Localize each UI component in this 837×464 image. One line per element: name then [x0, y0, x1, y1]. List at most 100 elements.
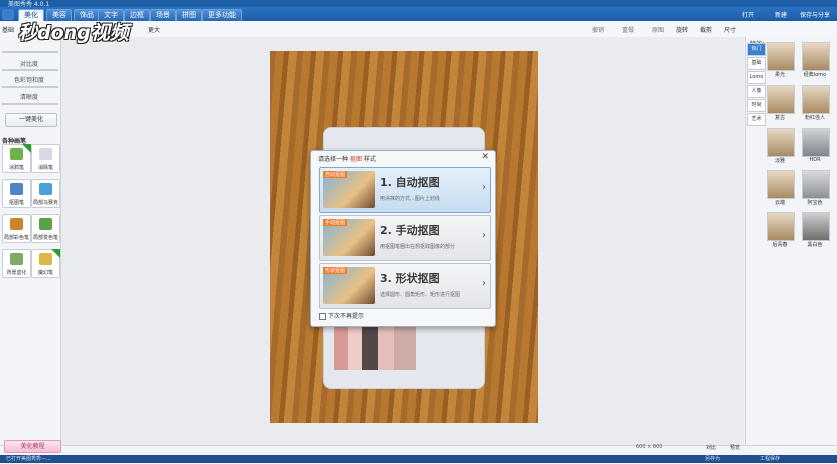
save-share-button[interactable]: 保存与分享 [800, 10, 830, 19]
blur-bg-icon [10, 253, 23, 265]
effect-thumb[interactable] [802, 212, 830, 241]
redo-button[interactable]: 重做 [622, 25, 634, 34]
effect-tab-portrait[interactable]: 人像 [747, 85, 766, 98]
new-badge [22, 144, 31, 153]
effect-thumb[interactable] [802, 128, 830, 157]
dialog-title: 请选择一种 抠图 样式 [318, 154, 376, 163]
option-title: 3. 形状抠图 [380, 272, 440, 285]
save-as-button[interactable]: 另存为 [705, 455, 720, 462]
close-icon[interactable]: ✕ [481, 152, 489, 162]
cutout-style-dialog: 请选择一种 抠图 样式 ✕ 自动抠图 1. 自动抠图 用涂抹的方式...图片上划… [310, 150, 496, 327]
tool-cutout[interactable]: 抠图笔 [2, 179, 31, 208]
dont-show-again[interactable]: 下次不再提示 [319, 311, 364, 320]
tool-label: 消除笔 [37, 165, 53, 171]
tutorial-label: 美化教程 [20, 443, 45, 450]
tool-recolor-pen[interactable]: 局部变色笔 [31, 214, 60, 243]
effect-label: 阿宝色 [807, 200, 823, 206]
cutout-pen-icon [10, 183, 23, 195]
project-save-button[interactable]: 工程保存 [760, 455, 780, 462]
dialog-title-post: 样式 [363, 156, 376, 163]
video-watermark-logo: 秒dong视频 [18, 22, 129, 44]
auto-beautify-button[interactable]: 一键美化 [5, 113, 57, 127]
effect-label: 粉红佳人 [804, 115, 825, 121]
auto-beautify-label: 一键美化 [18, 116, 43, 123]
tool-doodle[interactable]: 涂鸦笔 [2, 144, 31, 173]
contrast-label: 对比度 [19, 61, 38, 68]
left-panel: 对比度 色彩饱和度 清晰度 一键美化 各种画笔 涂鸦笔 消除笔 抠图笔 局部马赛… [0, 37, 61, 445]
recolor-pen-icon [39, 218, 52, 230]
tool-eraser[interactable]: 消除笔 [31, 144, 60, 173]
saturation-label: 色彩饱和度 [13, 77, 44, 84]
mosaic-icon [39, 183, 52, 195]
undo-button[interactable]: 撤销 [592, 25, 604, 34]
sharpen-slider[interactable] [2, 103, 58, 105]
dialog-title-pre: 请选择一种 [318, 156, 349, 163]
option-desc: 选择圆形、圆角矩形、矩形进行抠图 [380, 292, 461, 298]
right-effects-panel: 特效： 热门 基础 Lomo 人像 时尚 艺术 柔光 经典lomo 复古 粉红佳… [745, 37, 837, 445]
chevron-right-icon: › [482, 230, 486, 241]
tool-label: 涂鸦笔 [8, 165, 24, 171]
slider-track[interactable] [2, 51, 58, 53]
restore-button[interactable]: 原图 [652, 25, 664, 34]
tool-label: 魔幻笔 [37, 270, 53, 276]
new-button[interactable]: 新建 [775, 10, 787, 19]
tutorial-button[interactable]: 美化教程 [4, 440, 61, 453]
effect-thumb[interactable] [767, 170, 795, 199]
title-bar: 美图秀秀 4.0.1 [0, 0, 837, 8]
option-manual-cutout[interactable]: 手动抠图 2. 手动抠图 用抠图笔圈出在想抠取图像的部分 › [319, 215, 491, 261]
open-button[interactable]: 打开 [742, 10, 754, 19]
tool-blur-bg[interactable]: 背景虚化 [2, 249, 31, 278]
crop-button[interactable]: 裁剪 [700, 25, 712, 34]
chevron-right-icon: › [482, 278, 486, 289]
tab-scene[interactable]: 场景 [150, 9, 176, 21]
chevron-right-icon: › [482, 182, 486, 193]
option-desc: 用抠图笔圈出在想抠取图像的部分 [380, 244, 456, 250]
effect-thumb[interactable] [767, 128, 795, 157]
more-label: 更大 [148, 27, 161, 34]
effect-label: 经典lomo [803, 72, 827, 78]
option-title: 2. 手动抠图 [380, 224, 440, 237]
effect-label: 后青春 [772, 242, 788, 248]
effect-thumb[interactable] [802, 42, 830, 71]
taskbar-item[interactable]: 已打开美图秀秀—... [6, 455, 51, 462]
option-desc: 用涂抹的方式...图片上划线 [380, 196, 440, 202]
effect-thumb[interactable] [767, 42, 795, 71]
effect-thumb[interactable] [767, 212, 795, 241]
tab-basic[interactable]: 基础 [2, 25, 14, 34]
effect-label: 复古 [774, 115, 785, 121]
compare-button[interactable]: 对比 [706, 444, 716, 451]
effect-thumb[interactable] [767, 85, 795, 114]
rotate-button[interactable]: 旋转 [676, 25, 688, 34]
option-auto-cutout[interactable]: 自动抠图 1. 自动抠图 用涂抹的方式...图片上划线 › [319, 167, 491, 213]
tool-label: 局部马赛克 [32, 200, 58, 206]
effect-tab-hot[interactable]: 热门 [747, 43, 766, 56]
home-icon[interactable] [2, 9, 14, 20]
effect-tab-fashion[interactable]: 时尚 [747, 99, 766, 112]
tool-color-pen[interactable]: 局部彩色笔 [2, 214, 31, 243]
sharpen-label: 清晰度 [19, 94, 38, 101]
effect-tab-basic[interactable]: 基础 [747, 57, 766, 70]
effect-thumb[interactable] [802, 85, 830, 114]
tool-magic-pen[interactable]: 魔幻笔 [31, 249, 60, 278]
tab-collage[interactable]: 拼图 [176, 9, 202, 21]
color-pen-icon [10, 218, 23, 230]
tool-label: 抠图笔 [8, 200, 24, 206]
tool-label: 背景虚化 [6, 270, 27, 276]
tab-more[interactable]: 更多功能 [202, 9, 242, 21]
dialog-title-highlight: 抠图 [349, 156, 362, 163]
new-badge [51, 249, 60, 258]
effect-label: 云端 [774, 200, 785, 206]
contrast-slider[interactable] [2, 69, 58, 71]
effect-label: 黑白色 [807, 242, 823, 248]
dont-show-checkbox[interactable] [319, 313, 326, 320]
eraser-icon [39, 148, 52, 160]
effect-label: 柔光 [774, 72, 785, 78]
effect-thumb[interactable] [802, 170, 830, 199]
preview-button[interactable]: 预览 [730, 444, 740, 451]
saturation-slider[interactable] [2, 86, 58, 88]
tool-mosaic[interactable]: 局部马赛克 [31, 179, 60, 208]
option-tag: 手动抠图 [323, 219, 348, 226]
size-button[interactable]: 尺寸 [724, 25, 736, 34]
tool-label: 局部彩色笔 [3, 235, 29, 241]
option-shape-cutout[interactable]: 形状抠图 3. 形状抠图 选择圆形、圆角矩形、矩形进行抠图 › [319, 263, 491, 309]
